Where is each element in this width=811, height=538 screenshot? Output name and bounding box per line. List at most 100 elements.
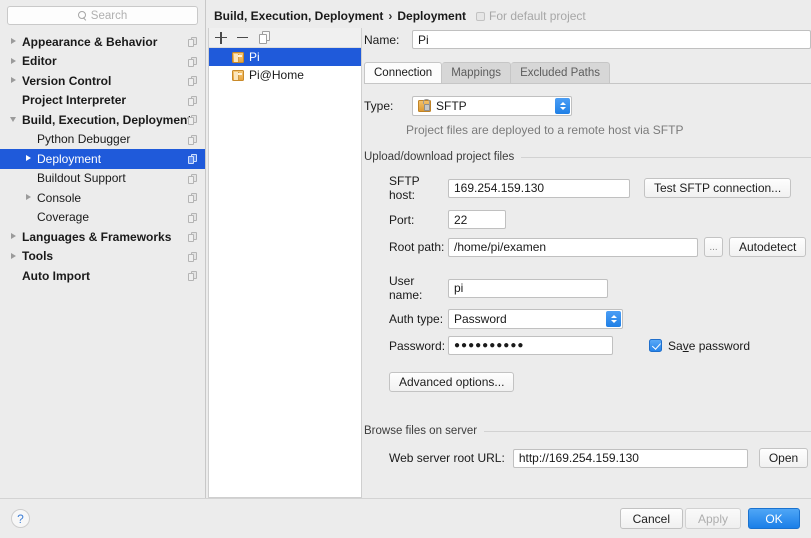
tab-mappings[interactable]: Mappings (442, 62, 512, 83)
user-name-input[interactable]: pi (448, 278, 608, 298)
chevron-right-icon[interactable] (10, 37, 19, 46)
tab-excluded-paths[interactable]: Excluded Paths (511, 62, 610, 83)
password-row: Password: ●●●●●●●●●● Save password (364, 336, 811, 355)
sidebar-item-languages-frameworks[interactable]: Languages & Frameworks (0, 227, 205, 247)
type-row: Type: SFTP (364, 96, 811, 116)
chevron-right-icon[interactable] (10, 232, 19, 241)
chevron-right-icon[interactable] (25, 154, 34, 163)
ok-button[interactable]: OK (748, 508, 800, 529)
breadcrumb-parent[interactable]: Build, Execution, Deployment (214, 9, 383, 23)
breadcrumb-scope-label: For default project (489, 9, 586, 23)
settings-sidebar: Search Appearance & Behavior Editor Versio… (0, 0, 206, 498)
chevron-right-icon[interactable] (10, 252, 19, 261)
group-divider (521, 156, 811, 158)
copy-settings-icon[interactable] (188, 173, 197, 184)
type-value: SFTP (436, 99, 467, 113)
settings-dialog: Search Appearance & Behavior Editor Versio… (0, 0, 811, 538)
copy-settings-icon[interactable] (188, 134, 197, 145)
user-name-label: User name: (389, 274, 423, 302)
sidebar-item-label: Buildout Support (37, 171, 126, 186)
tab-connection[interactable]: Connection (364, 62, 443, 83)
sidebar-item-label: Languages & Frameworks (22, 229, 172, 244)
sidebar-item-buildout-support[interactable]: Buildout Support (0, 169, 205, 189)
sidebar-item-python-debugger[interactable]: Python Debugger (0, 130, 205, 150)
sidebar-item-project-interpreter[interactable]: Project Interpreter (0, 91, 205, 111)
port-label: Port: (389, 212, 415, 227)
web-url-label: Web server root URL: (389, 451, 505, 465)
project-scope-icon (476, 11, 486, 21)
sidebar-item-appearance-behavior[interactable]: Appearance & Behavior (0, 32, 205, 52)
sidebar-item-editor[interactable]: Editor (0, 52, 205, 72)
copy-settings-icon[interactable] (188, 251, 197, 262)
breadcrumb-scope: For default project (476, 9, 586, 23)
sidebar-item-tools[interactable]: Tools (0, 247, 205, 267)
sidebar-item-label: Tools (22, 249, 54, 264)
root-path-browse-button[interactable]: ... (704, 237, 723, 257)
autodetect-button[interactable]: Autodetect (729, 237, 807, 257)
copy-settings-icon[interactable] (188, 37, 197, 47)
name-row: Name: Pi (364, 30, 811, 49)
sidebar-item-auto-import[interactable]: Auto Import (0, 266, 205, 286)
cancel-button[interactable]: Cancel (619, 508, 683, 529)
copy-settings-icon[interactable] (188, 271, 197, 281)
copy-settings-icon[interactable] (188, 232, 197, 242)
server-list-item[interactable]: Pi@Home (209, 66, 361, 84)
chevron-right-icon[interactable] (10, 57, 19, 66)
breadcrumb: Build, Execution, Deployment › Deploymen… (214, 9, 586, 23)
web-url-input[interactable]: http://169.254.159.130 (512, 448, 748, 468)
type-dropdown[interactable]: SFTP (412, 96, 572, 116)
test-sftp-connection-button[interactable]: Test SFTP connection... (644, 178, 792, 198)
chevron-down-icon[interactable] (10, 115, 19, 124)
port-row: Port: 22 (364, 210, 811, 229)
password-label: Password: (389, 338, 446, 353)
type-label: Type: (364, 99, 394, 113)
copy-settings-icon[interactable] (188, 115, 197, 125)
search-input[interactable]: Search (7, 6, 198, 25)
sftp-host-input[interactable]: 169.254.159.130 (448, 178, 630, 198)
sidebar-item-console[interactable]: Console (0, 188, 205, 208)
copy-settings-icon[interactable] (188, 154, 197, 164)
sftp-host-row: SFTP host: 169.254.159.130 Test SFTP con… (364, 174, 811, 202)
copy-settings-icon[interactable] (188, 193, 197, 203)
copy-settings-icon[interactable] (188, 95, 197, 106)
server-list-panel: Pi Pi@Home (208, 28, 362, 498)
save-password-checkbox[interactable]: Save password (649, 339, 750, 353)
copy-settings-icon[interactable] (188, 76, 197, 86)
sidebar-item-version-control[interactable]: Version Control (0, 71, 205, 91)
chevron-updown-icon[interactable] (555, 98, 570, 114)
server-list-item[interactable]: Pi (209, 48, 361, 66)
sidebar-item-label: Project Interpreter (22, 93, 127, 108)
sidebar-item-label: Console (37, 190, 82, 205)
password-input[interactable]: ●●●●●●●●●● (448, 336, 613, 355)
open-url-button[interactable]: Open (758, 448, 809, 468)
checkbox-checked-icon[interactable] (649, 339, 662, 352)
name-label: Name: (364, 32, 400, 47)
port-input[interactable]: 22 (448, 210, 506, 229)
sidebar-item-build-execution-deployment[interactable]: Build, Execution, Deployment (0, 110, 205, 130)
apply-button[interactable]: Apply (684, 508, 741, 529)
remove-server-button[interactable] (237, 31, 250, 44)
chevron-updown-icon[interactable] (606, 311, 621, 327)
root-path-input[interactable]: /home/pi/examen (448, 237, 698, 257)
sftp-host-label: SFTP host: (389, 174, 420, 202)
sidebar-item-label: Appearance & Behavior (22, 34, 158, 49)
sidebar-item-label: Deployment (37, 151, 102, 166)
type-hint: Project files are deployed to a remote h… (406, 123, 684, 137)
breadcrumb-current: Deployment (397, 9, 467, 23)
sidebar-item-deployment[interactable]: Deployment (0, 149, 205, 169)
duplicate-server-button[interactable] (259, 31, 272, 44)
copy-settings-icon[interactable] (188, 56, 197, 67)
help-button[interactable]: ? (11, 509, 30, 528)
dialog-footer: ? Cancel Apply OK (0, 498, 811, 538)
auth-type-dropdown[interactable]: Password (448, 309, 623, 329)
copy-settings-icon[interactable] (188, 212, 197, 223)
advanced-options-button[interactable]: Advanced options... (389, 372, 515, 392)
name-input[interactable]: Pi (412, 30, 811, 49)
sidebar-item-coverage[interactable]: Coverage (0, 208, 205, 228)
chevron-right-icon[interactable] (25, 193, 34, 202)
chevron-right-icon[interactable] (10, 76, 19, 85)
add-server-button[interactable] (215, 31, 228, 44)
